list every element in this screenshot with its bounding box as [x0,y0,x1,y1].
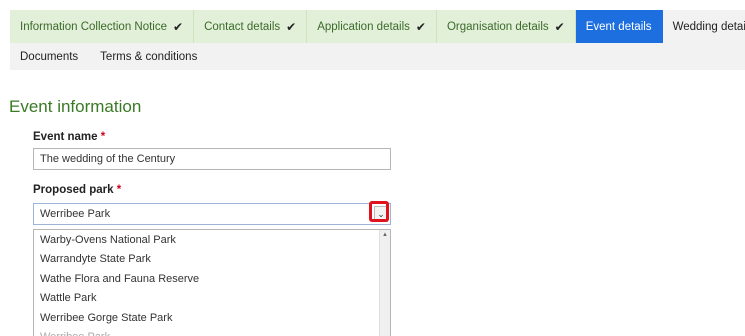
event-name-label-text: Event name [33,131,98,143]
tab-label: Organisation details [446,20,549,33]
proposed-park-label-text: Proposed park [33,184,114,196]
dropdown-option[interactable]: Werribee Park [34,328,390,336]
proposed-park-label: Proposed park * [33,184,121,196]
checkmark-icon: ✔ [286,19,297,34]
tab-label: Event details [585,20,652,33]
tab-documents[interactable]: Documents [10,51,88,63]
checkmark-icon: ✔ [415,19,426,34]
tab-terms-conditions[interactable]: Terms & conditions [88,51,207,63]
park-dropdown-list: Warby-Ovens National Park Warrandyte Sta… [33,229,391,336]
tab-label: Contact details [204,20,281,33]
tab-information-collection-notice[interactable]: Information Collection Notice ✔ [10,10,195,43]
proposed-park-select[interactable]: Werribee Park ⌄ [33,203,391,225]
checkmark-icon: ✔ [173,19,184,34]
proposed-park-value: Werribee Park [40,208,111,220]
dropdown-scrollbar[interactable]: ▲ [379,230,390,336]
tab-label: Wedding details [672,20,745,33]
required-mark: * [116,184,122,196]
tab-application-details[interactable]: Application details ✔ [307,10,437,43]
tab-label: Information Collection Notice [20,20,168,33]
dropdown-option[interactable]: Warby-Ovens National Park [34,230,390,250]
event-name-field[interactable]: The wedding of the Century [33,148,391,170]
progress-tabs-row2: Documents Terms & conditions [10,43,745,70]
checkmark-icon: ✔ [554,19,565,34]
section-title: Event information [9,97,142,116]
progress-tabs: Information Collection Notice ✔ Contact … [10,10,745,43]
tab-contact-details[interactable]: Contact details ✔ [194,10,308,43]
dropdown-option[interactable]: Wathe Flora and Fauna Reserve [34,269,390,289]
dropdown-option[interactable]: Wattle Park [34,289,390,309]
dropdown-option[interactable]: Warrandyte State Park [34,250,390,270]
scroll-up-icon[interactable]: ▲ [380,230,390,240]
highlight-box [369,201,389,222]
tab-wedding-details[interactable]: Wedding details [662,10,745,43]
required-mark: * [100,131,106,143]
dropdown-option[interactable]: Werribee Gorge State Park [34,308,390,328]
tab-organisation-details[interactable]: Organisation details ✔ [436,10,576,43]
tab-label: Application details [317,20,410,33]
tab-event-details[interactable]: Event details [575,10,663,43]
event-name-label: Event name * [33,131,105,143]
event-name-value: The wedding of the Century [40,153,176,165]
